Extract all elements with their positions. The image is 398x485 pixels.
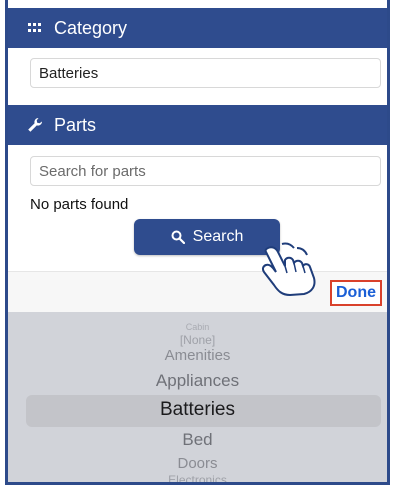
picker-option[interactable]: Amenities bbox=[8, 347, 387, 364]
category-field[interactable]: Batteries bbox=[30, 58, 381, 88]
done-button[interactable]: Done bbox=[330, 280, 382, 306]
picker-option[interactable]: Bed bbox=[8, 430, 387, 450]
category-header-label: Category bbox=[54, 17, 128, 38]
picker-option[interactable]: Appliances bbox=[8, 371, 387, 391]
picker-option-selected[interactable]: Batteries bbox=[8, 399, 387, 421]
picker-option[interactable]: Electronics bbox=[8, 473, 387, 482]
picker-option[interactable]: [None] bbox=[8, 333, 387, 347]
done-button-label: Done bbox=[336, 284, 376, 301]
search-button-label: Search bbox=[192, 228, 244, 245]
category-header: Category bbox=[8, 8, 387, 48]
parts-header: Parts bbox=[8, 105, 387, 145]
parts-header-label: Parts bbox=[54, 114, 97, 135]
category-parts-panel: Category Batteries Parts Search for part… bbox=[5, 0, 390, 485]
grid-icon bbox=[26, 19, 44, 37]
parts-search-input[interactable]: Search for parts bbox=[30, 156, 381, 186]
pointer-hand-icon bbox=[252, 242, 332, 297]
wrench-icon bbox=[26, 116, 44, 134]
picker-option[interactable]: Cabin bbox=[8, 322, 387, 332]
magnifier-icon bbox=[171, 230, 185, 244]
picker-option[interactable]: Doors bbox=[8, 455, 387, 472]
empty-message: No parts found bbox=[30, 196, 129, 213]
